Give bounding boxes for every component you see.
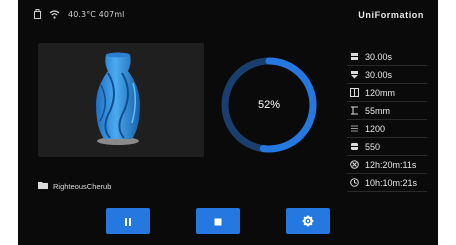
pause-icon <box>123 212 133 231</box>
control-buttons <box>18 208 438 234</box>
settings-button[interactable] <box>286 208 330 234</box>
stat-width: 120mm <box>347 84 427 102</box>
stat-height: 55mm <box>347 102 427 120</box>
stat-value: 1200 <box>365 123 386 134</box>
model-preview <box>38 43 204 157</box>
brand-logo: UniFormation <box>358 10 424 20</box>
stat-value: 550 <box>365 141 381 152</box>
usb-icon <box>34 9 41 19</box>
temperature-readout: 40.3°C 407ml <box>68 9 125 19</box>
layer-time-icon <box>349 52 359 62</box>
stat-value: 30.00s <box>365 69 393 80</box>
stat-value: 10h:10m:21s <box>365 177 418 188</box>
layers-icon <box>349 124 359 134</box>
stop-button[interactable] <box>196 208 240 234</box>
file-name: RighteousCherub <box>53 181 112 191</box>
stat-value: 120mm <box>365 87 396 98</box>
width-icon <box>349 88 359 98</box>
stats-panel: 30.00s 30.00s 120mm 55mm 1200 550 12h:20… <box>347 48 427 192</box>
gear-icon <box>302 212 314 231</box>
stat-exposure-time: 30.00s <box>347 66 427 84</box>
height-icon <box>349 106 359 116</box>
current-layer-icon <box>349 142 359 152</box>
progress-percent: 52% <box>257 99 281 111</box>
stat-remaining-time: 10h:10m:21s <box>347 174 427 192</box>
pause-button[interactable] <box>106 208 150 234</box>
elapsed-time-icon <box>349 160 359 170</box>
stat-layer-time: 30.00s <box>347 48 427 66</box>
printer-screen: 40.3°C 407ml UniFormation 52% 30.00s 30.… <box>18 0 438 245</box>
stat-value: 12h:20m:11s <box>365 159 417 170</box>
exposure-time-icon <box>349 70 359 80</box>
stat-layers: 1200 <box>347 120 427 138</box>
stat-current-layer: 550 <box>347 138 427 156</box>
folder-icon <box>38 181 48 191</box>
wifi-icon <box>49 9 60 19</box>
status-bar: 40.3°C 407ml UniFormation <box>18 6 438 24</box>
file-name-row: RighteousCherub <box>38 181 111 191</box>
stat-value: 30.00s <box>365 51 393 62</box>
stat-value: 55mm <box>365 105 391 116</box>
status-left: 40.3°C 407ml <box>34 9 124 19</box>
stat-elapsed-time: 12h:20m:11s <box>347 156 427 174</box>
stop-icon <box>213 212 223 231</box>
vase-model-image <box>96 52 140 145</box>
remaining-time-icon <box>349 178 359 188</box>
